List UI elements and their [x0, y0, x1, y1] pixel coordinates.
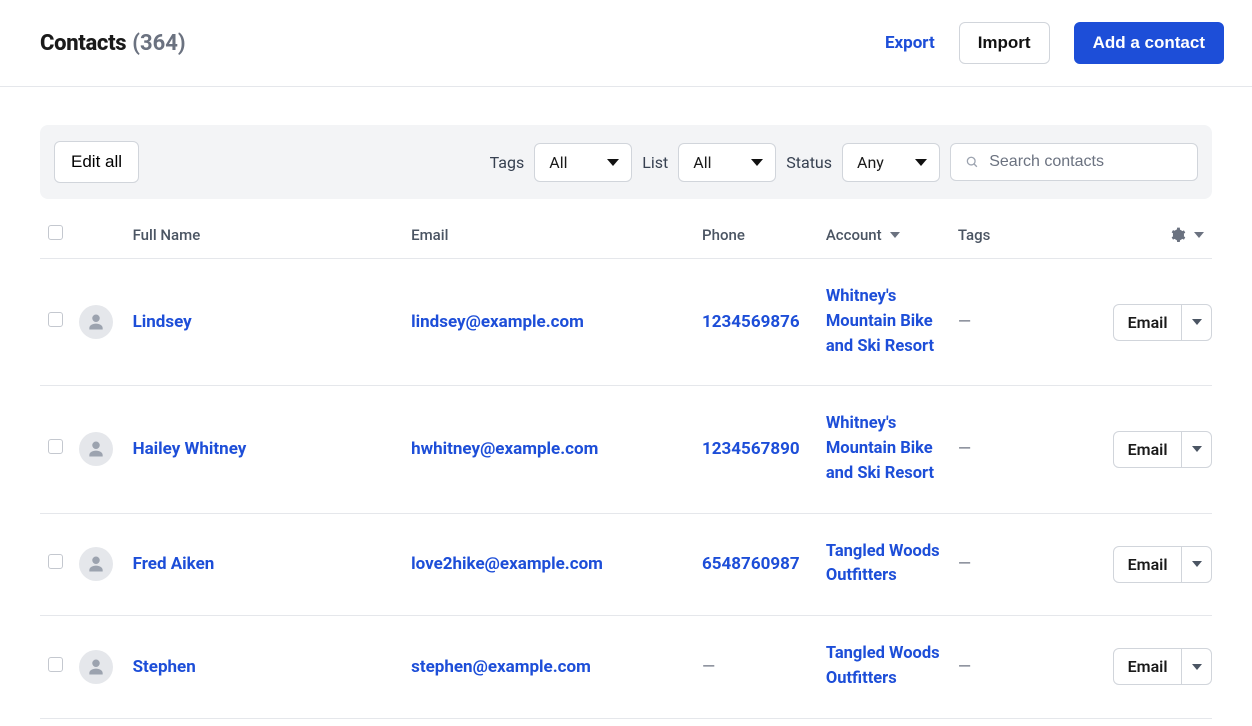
filter-bar: Edit all Tags All List All Status Any: [40, 125, 1212, 199]
row-checkbox[interactable]: [48, 657, 63, 672]
gear-icon: [1170, 227, 1186, 243]
contact-email-link[interactable]: love2hike@example.com: [411, 554, 603, 574]
contact-name-link[interactable]: Hailey Whitney: [133, 439, 247, 459]
avatar: [79, 432, 113, 466]
page-title: Contacts: [40, 31, 126, 56]
contact-email-link[interactable]: lindsey@example.com: [411, 312, 584, 332]
contact-phone[interactable]: 6548760987: [702, 554, 800, 574]
chevron-down-icon: [1192, 664, 1202, 670]
contact-account-link[interactable]: Tangled Woods Outfitters: [826, 644, 940, 688]
column-settings-button[interactable]: [1113, 227, 1204, 243]
person-icon: [86, 554, 106, 574]
sort-arrow-icon: [890, 232, 900, 238]
row-action-group: Email: [1113, 648, 1213, 685]
column-full-name[interactable]: Full Name: [125, 207, 404, 259]
contact-tags: —: [958, 657, 971, 677]
contact-name-link[interactable]: Lindsey: [133, 312, 192, 332]
list-filter-label: List: [642, 153, 668, 172]
contact-tags: —: [958, 312, 971, 332]
row-checkbox[interactable]: [48, 312, 63, 327]
table-row: Fred Aiken love2hike@example.com 6548760…: [40, 513, 1212, 616]
status-filter-value: Any: [857, 153, 884, 172]
contacts-table: Full Name Email Phone Account Tags: [40, 207, 1212, 719]
row-action-group: Email: [1113, 546, 1213, 583]
column-phone[interactable]: Phone: [694, 207, 818, 259]
row-checkbox[interactable]: [48, 554, 63, 569]
tags-filter-value: All: [549, 153, 567, 172]
chevron-down-icon: [1192, 319, 1202, 325]
search-icon: [965, 154, 979, 170]
person-icon: [86, 657, 106, 677]
export-button[interactable]: Export: [885, 33, 935, 53]
person-icon: [86, 439, 106, 459]
contact-tags: —: [958, 439, 971, 459]
header-actions: Export Import Add a contact: [885, 22, 1224, 64]
search-input[interactable]: [989, 153, 1183, 171]
column-tags[interactable]: Tags: [950, 207, 1105, 259]
table-row: Stephen stephen@example.com — Tangled Wo…: [40, 616, 1212, 719]
contact-phone[interactable]: 1234567890: [702, 439, 800, 459]
contact-count: (364): [132, 31, 185, 56]
row-action-dropdown[interactable]: [1181, 305, 1211, 340]
table-header-row: Full Name Email Phone Account Tags: [40, 207, 1212, 259]
email-button[interactable]: Email: [1114, 649, 1182, 684]
chevron-down-icon: [607, 159, 619, 166]
status-filter-label: Status: [786, 153, 832, 172]
column-email[interactable]: Email: [403, 207, 694, 259]
import-button[interactable]: Import: [959, 22, 1050, 64]
row-action-group: Email: [1113, 304, 1213, 341]
avatar: [79, 547, 113, 581]
edit-all-button[interactable]: Edit all: [54, 141, 139, 183]
table-row: Hailey Whitney hwhitney@example.com 1234…: [40, 386, 1212, 513]
list-filter-value: All: [693, 153, 711, 172]
column-account-label: Account: [826, 226, 882, 244]
chevron-down-icon: [751, 159, 763, 166]
email-button[interactable]: Email: [1114, 305, 1182, 340]
page-header: Contacts (364) Export Import Add a conta…: [0, 0, 1252, 87]
row-action-dropdown[interactable]: [1181, 547, 1211, 582]
status-filter-select[interactable]: Any: [842, 143, 940, 182]
row-action-group: Email: [1113, 431, 1213, 468]
add-contact-button[interactable]: Add a contact: [1074, 22, 1224, 64]
table-row: Lindsey lindsey@example.com 1234569876 W…: [40, 259, 1212, 386]
chevron-down-icon: [1192, 446, 1202, 452]
avatar: [79, 650, 113, 684]
contact-account-link[interactable]: Tangled Woods Outfitters: [826, 542, 940, 586]
contact-account-link[interactable]: Whitney's Mountain Bike and Ski Resort: [826, 287, 934, 356]
avatar: [79, 305, 113, 339]
chevron-down-icon: [1194, 232, 1204, 238]
contact-phone[interactable]: 1234569876: [702, 312, 800, 332]
contact-account-link[interactable]: Whitney's Mountain Bike and Ski Resort: [826, 414, 934, 483]
tags-filter-label: Tags: [490, 153, 525, 172]
contact-name-link[interactable]: Stephen: [133, 657, 196, 677]
filter-group: Tags All List All Status Any: [490, 143, 1198, 182]
email-button[interactable]: Email: [1114, 432, 1182, 467]
chevron-down-icon: [915, 159, 927, 166]
person-icon: [86, 312, 106, 332]
select-all-checkbox[interactable]: [48, 225, 63, 240]
contact-tags: —: [958, 554, 971, 574]
row-checkbox[interactable]: [48, 439, 63, 454]
email-button[interactable]: Email: [1114, 547, 1182, 582]
column-account-sort[interactable]: Account: [826, 226, 942, 244]
chevron-down-icon: [1192, 561, 1202, 567]
contact-email-link[interactable]: hwhitney@example.com: [411, 439, 598, 459]
list-filter-select[interactable]: All: [678, 143, 776, 182]
tags-filter-select[interactable]: All: [534, 143, 632, 182]
row-action-dropdown[interactable]: [1181, 432, 1211, 467]
row-action-dropdown[interactable]: [1181, 649, 1211, 684]
header-title-group: Contacts (364): [40, 31, 186, 56]
search-box[interactable]: [950, 143, 1198, 181]
contact-email-link[interactable]: stephen@example.com: [411, 657, 591, 677]
contact-phone[interactable]: —: [702, 657, 715, 677]
contact-name-link[interactable]: Fred Aiken: [133, 554, 215, 574]
